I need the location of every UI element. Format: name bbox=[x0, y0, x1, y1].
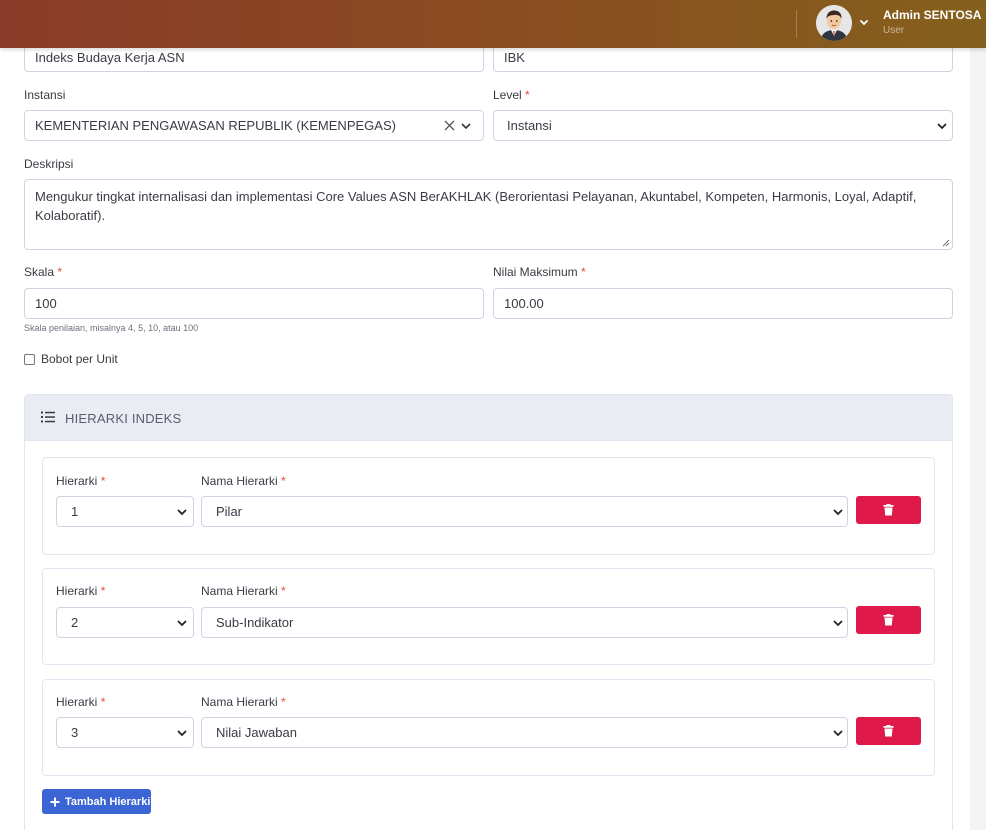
avatar[interactable] bbox=[816, 5, 852, 41]
close-icon[interactable] bbox=[444, 120, 455, 131]
user-avatar-icon bbox=[816, 5, 852, 41]
bobot-per-unit-label: Bobot per Unit bbox=[41, 352, 118, 366]
hierarki-level-select[interactable]: 3 bbox=[56, 717, 194, 748]
chevron-down-icon[interactable] bbox=[176, 506, 188, 518]
chevron-down-icon[interactable] bbox=[176, 727, 188, 739]
chevron-down-icon[interactable] bbox=[936, 120, 948, 132]
add-hierarki-label: Tambah Hierarki bbox=[65, 795, 151, 808]
page-gutter bbox=[970, 0, 986, 830]
skala-label: Skala * bbox=[24, 265, 63, 279]
user-role: User bbox=[883, 25, 905, 36]
hierarki-level-label: Hierarki * bbox=[56, 584, 106, 598]
chevron-down-icon[interactable] bbox=[176, 617, 188, 629]
hierarki-level-label: Hierarki * bbox=[56, 695, 106, 709]
delete-hierarki-button[interactable] bbox=[856, 717, 921, 745]
hierarki-name-label: Nama Hierarki * bbox=[201, 695, 286, 709]
level-select[interactable]: Instansi bbox=[493, 110, 953, 141]
hierarki-level-select[interactable]: 2 bbox=[56, 607, 194, 638]
chevron-down-icon[interactable] bbox=[832, 727, 844, 739]
level-label: Level * bbox=[493, 88, 530, 102]
list-icon bbox=[41, 411, 55, 423]
add-hierarki-button[interactable]: Tambah Hierarki bbox=[42, 789, 151, 814]
skala-help-text: Skala penilaian, misalnya 4, 5, 10, atau… bbox=[24, 323, 199, 333]
nilai-maksimum-input[interactable]: 100.00 bbox=[493, 288, 953, 319]
instansi-select[interactable]: KEMENTERIAN PENGAWASAN REPUBLIK (KEMENPE… bbox=[24, 110, 484, 141]
hierarki-panel-header: HIERARKI INDEKS bbox=[25, 395, 952, 441]
hierarki-level-label: Hierarki * bbox=[56, 474, 106, 488]
skala-value: 100 bbox=[35, 296, 57, 311]
delete-hierarki-button[interactable] bbox=[856, 496, 921, 524]
delete-hierarki-button[interactable] bbox=[856, 606, 921, 634]
trash-icon bbox=[883, 614, 894, 626]
resize-grip-icon[interactable] bbox=[942, 239, 950, 247]
trash-icon bbox=[883, 504, 894, 516]
trash-icon bbox=[883, 725, 894, 737]
chevron-down-icon[interactable] bbox=[460, 120, 472, 132]
top-navbar: Admin SENTOSA User bbox=[0, 0, 986, 48]
form-card: Indeks Budaya Kerja ASN IBK Instansi KEM… bbox=[0, 0, 970, 830]
instansi-label: Instansi bbox=[24, 88, 66, 102]
index-name-value: Indeks Budaya Kerja ASN bbox=[35, 50, 185, 65]
chevron-down-icon[interactable] bbox=[858, 16, 870, 28]
hierarki-name-label: Nama Hierarki * bbox=[201, 584, 286, 598]
user-name: Admin SENTOSA bbox=[883, 8, 982, 22]
hierarki-name-label: Nama Hierarki * bbox=[201, 474, 286, 488]
deskripsi-value: Mengukur tingkat internalisasi dan imple… bbox=[35, 189, 917, 223]
hierarki-name-select[interactable]: Pilar bbox=[201, 496, 848, 527]
bobot-per-unit-checkbox[interactable] bbox=[24, 354, 35, 365]
hierarki-level-select[interactable]: 1 bbox=[56, 496, 194, 527]
nilai-maksimum-label: Nilai Maksimum * bbox=[493, 265, 586, 279]
level-value: Instansi bbox=[507, 118, 552, 133]
instansi-value: KEMENTERIAN PENGAWASAN REPUBLIK (KEMENPE… bbox=[35, 118, 396, 133]
deskripsi-textarea[interactable]: Mengukur tingkat internalisasi dan imple… bbox=[24, 179, 953, 250]
index-code-value: IBK bbox=[504, 50, 525, 65]
hierarki-name-select[interactable]: Nilai Jawaban bbox=[201, 717, 848, 748]
skala-input[interactable]: 100 bbox=[24, 288, 484, 319]
topbar-divider bbox=[796, 10, 797, 38]
hierarki-panel-title: HIERARKI INDEKS bbox=[65, 411, 182, 426]
deskripsi-label: Deskripsi bbox=[24, 157, 74, 171]
chevron-down-icon[interactable] bbox=[832, 617, 844, 629]
hierarki-name-select[interactable]: Sub-Indikator bbox=[201, 607, 848, 638]
nilai-maksimum-value: 100.00 bbox=[504, 296, 544, 311]
chevron-down-icon[interactable] bbox=[832, 506, 844, 518]
plus-icon bbox=[50, 797, 60, 806]
